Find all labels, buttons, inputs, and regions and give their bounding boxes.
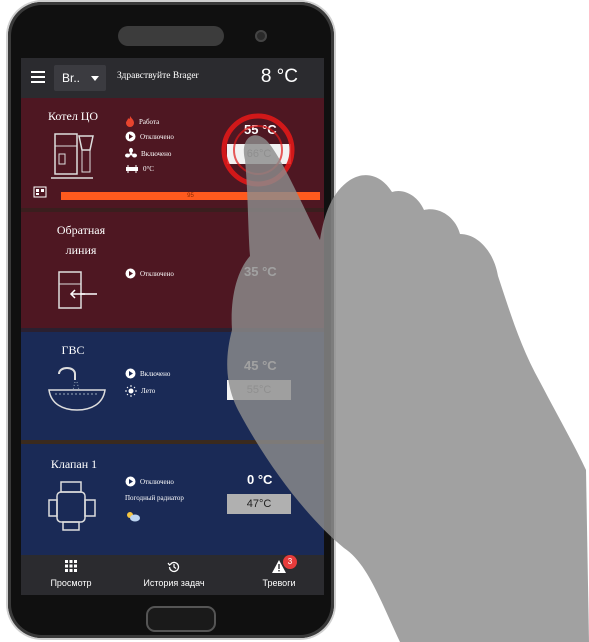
valve-status-pump: Отключено — [125, 476, 174, 487]
return-line-icon — [58, 271, 97, 309]
return-temperature: 35 °C — [244, 264, 277, 279]
boiler-title: Котел ЦО — [48, 109, 98, 123]
dhw-status-pump: Включено — [125, 368, 170, 379]
home-button[interactable] — [146, 606, 216, 632]
boiler-status-feeder: 0°C — [125, 164, 154, 174]
valve-icon — [48, 481, 96, 531]
pump-icon — [125, 268, 136, 279]
return-line-card[interactable]: Обратная линия Отключено 35 °C — [21, 212, 324, 328]
menu-icon[interactable] — [31, 71, 45, 83]
user-select[interactable]: Br.. — [54, 65, 106, 91]
nav-history[interactable]: История задач — [131, 555, 217, 595]
return-status-pump-text: Отключено — [140, 269, 174, 278]
grid-icon — [65, 560, 77, 572]
greeting-text: Здравствуйте Brager — [117, 71, 199, 81]
boiler-status-work: Работа — [125, 116, 159, 127]
boiler-status-pump-text: Отключено — [140, 132, 174, 141]
nav-alarms-label: Тревоги — [262, 578, 296, 588]
user-select-value: Br.. — [62, 71, 81, 85]
valve-temperature: 0 °C — [247, 472, 273, 487]
boiler-status-feeder-text: 0°C — [143, 165, 154, 173]
dhw-icon — [48, 367, 106, 411]
alarms-badge: 3 — [283, 555, 297, 569]
feeder-icon — [126, 165, 138, 173]
pump-icon — [125, 131, 136, 142]
dhw-status-mode: Лето — [125, 385, 155, 397]
boiler-icon — [51, 133, 94, 179]
controller-icon — [33, 186, 47, 198]
pump-icon — [125, 476, 136, 487]
weather-icon — [127, 512, 140, 522]
outside-temperature: 8 °C — [260, 66, 298, 87]
app-screen: Br.. Здравствуйте Brager 8 °C Котел ЦО Р… — [21, 58, 324, 595]
valve-card[interactable]: Клапан 1 Отключено Погодный радиатор 0 °… — [21, 444, 324, 555]
fan-icon — [125, 148, 137, 158]
history-icon — [167, 561, 180, 573]
valve-setpoint[interactable]: 47°C — [227, 494, 291, 514]
boiler-progress-bar: 95 — [61, 192, 320, 200]
valve-status-mode: Погодный радиатор — [125, 494, 184, 502]
boiler-setpoint[interactable]: 66°C — [227, 144, 291, 164]
nav-alarms[interactable]: Тревоги — [241, 555, 317, 595]
valve-title: Клапан 1 — [50, 457, 98, 471]
top-bar: Br.. Здравствуйте Brager 8 °C — [21, 58, 324, 98]
boiler-status-fan-text: Включено — [141, 150, 172, 158]
flame-icon — [126, 116, 134, 127]
nav-overview[interactable]: Просмотр — [31, 555, 111, 595]
nav-overview-label: Просмотр — [50, 578, 92, 588]
valve-status-pump-text: Отключено — [140, 477, 174, 486]
nav-history-label: История задач — [143, 578, 205, 588]
front-camera — [255, 30, 267, 42]
dhw-card[interactable]: ГВС Включено Лето 45 °C 55°C — [21, 332, 324, 440]
dhw-setpoint[interactable]: 55°C — [227, 380, 291, 400]
dhw-title: ГВС — [61, 343, 85, 357]
valve-status-mode-text: Погодный радиатор — [125, 494, 184, 502]
boiler-status-pump: Отключено — [125, 131, 174, 142]
dhw-temperature: 45 °C — [244, 358, 277, 373]
return-title-line2: линия — [65, 243, 97, 257]
speaker-grille — [118, 26, 224, 46]
chevron-down-icon — [91, 76, 99, 81]
boiler-status-work-text: Работа — [139, 117, 160, 126]
return-title-line1: Обратная — [56, 223, 106, 237]
sun-icon — [125, 385, 137, 397]
bottom-navigation: Просмотр История задач Тревоги 3 — [21, 555, 324, 595]
boiler-temperature: 55 °C — [244, 122, 277, 137]
boiler-status-fan: Включено — [125, 148, 171, 160]
boiler-progress-value: 95 — [187, 193, 194, 199]
dhw-status-mode-text: Лето — [141, 387, 156, 395]
dhw-status-pump-text: Включено — [140, 369, 171, 378]
pump-icon — [125, 368, 136, 379]
return-status-pump: Отключено — [125, 268, 174, 279]
